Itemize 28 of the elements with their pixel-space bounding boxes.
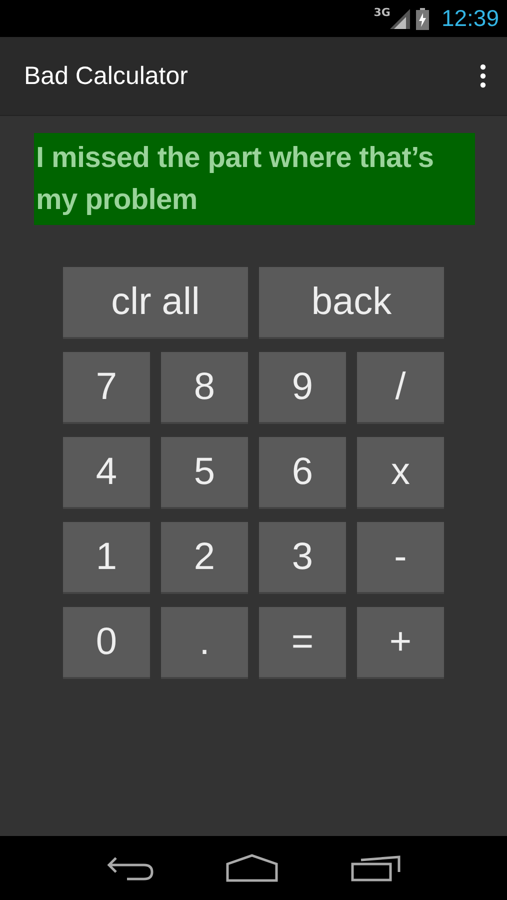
signal-icon <box>390 8 410 28</box>
keypad-button[interactable]: 7 <box>63 352 150 424</box>
back-icon[interactable] <box>106 854 154 882</box>
recent-apps-icon[interactable] <box>350 854 401 882</box>
network-type: 3G <box>374 6 390 19</box>
keypad-button[interactable]: 5 <box>161 437 248 509</box>
keypad-button[interactable]: - <box>357 522 444 594</box>
keypad-button[interactable]: back <box>259 267 444 339</box>
keypad-button[interactable]: / <box>357 352 444 424</box>
keypad-button[interactable]: 9 <box>259 352 346 424</box>
keypad-button[interactable]: = <box>259 607 346 679</box>
keypad-button[interactable]: 8 <box>161 352 248 424</box>
keypad-button[interactable]: . <box>161 607 248 679</box>
keypad-button[interactable]: 3 <box>259 522 346 594</box>
keypad-button[interactable]: 0 <box>63 607 150 679</box>
clock: 12:39 <box>441 5 499 32</box>
keypad-button[interactable]: + <box>357 607 444 679</box>
keypad-button[interactable]: 6 <box>259 437 346 509</box>
result-display: I missed the part where that’s my problem <box>34 133 475 225</box>
keypad-button[interactable]: clr all <box>63 267 248 339</box>
overflow-menu-icon[interactable] <box>480 64 486 88</box>
app-title: Bad Calculator <box>24 62 188 90</box>
keypad-button[interactable]: x <box>357 437 444 509</box>
keypad-button[interactable]: 1 <box>63 522 150 594</box>
home-icon[interactable] <box>226 854 278 882</box>
keypad-button[interactable]: 4 <box>63 437 150 509</box>
battery-charging-icon <box>416 8 430 30</box>
keypad-button[interactable]: 2 <box>161 522 248 594</box>
